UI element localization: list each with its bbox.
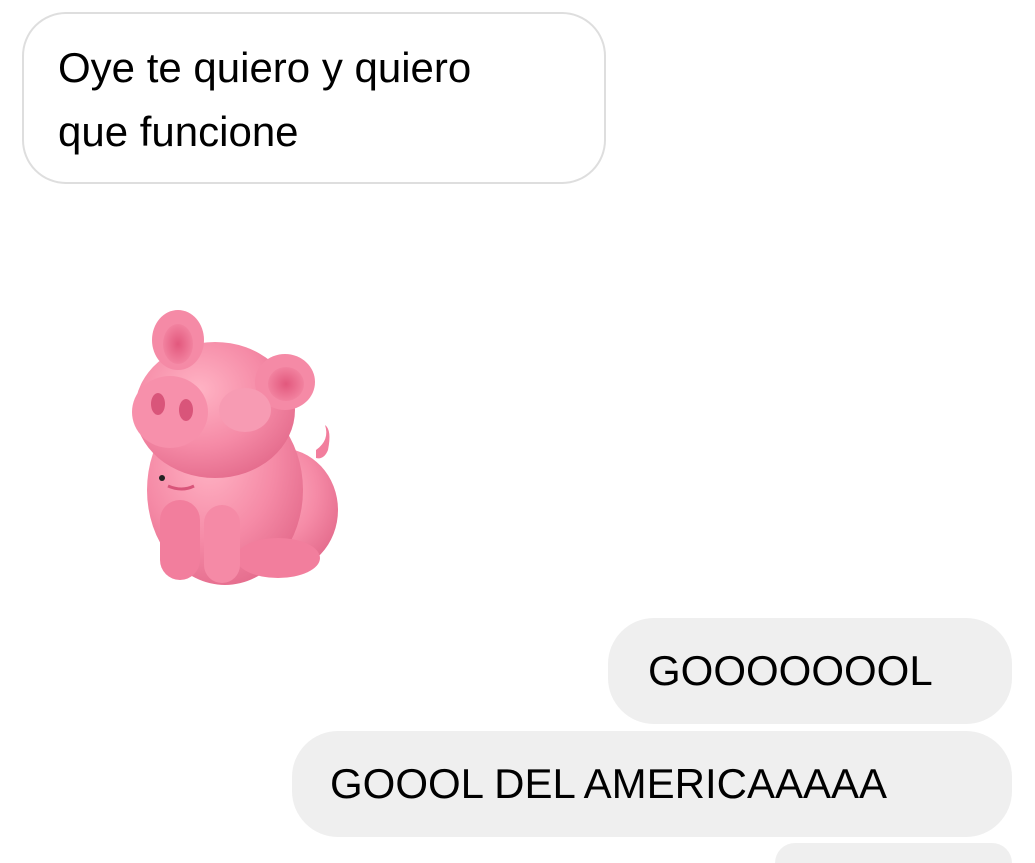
pink-pig-sticker-icon[interactable]	[120, 300, 360, 590]
received-message-bubble[interactable]: Oye te quiero y quiero que funcione	[22, 12, 606, 184]
message-text-line: que funcione	[58, 108, 299, 155]
partial-sent-message-bubble[interactable]	[775, 843, 1012, 863]
message-text: GOOOL DEL AMERICAAAAA	[330, 760, 888, 807]
message-text-line: Oye te quiero y quiero	[58, 44, 472, 91]
sent-message-bubble[interactable]: GOOOL DEL AMERICAAAAA	[292, 731, 1012, 837]
sent-message-bubble[interactable]: GOOOOOOOL	[608, 618, 1012, 724]
message-text: GOOOOOOOL	[648, 647, 933, 694]
conversation-thread: Oye te quiero y quiero que funcione GOOO…	[0, 0, 1035, 863]
pig-sticker-drawing	[132, 310, 338, 585]
